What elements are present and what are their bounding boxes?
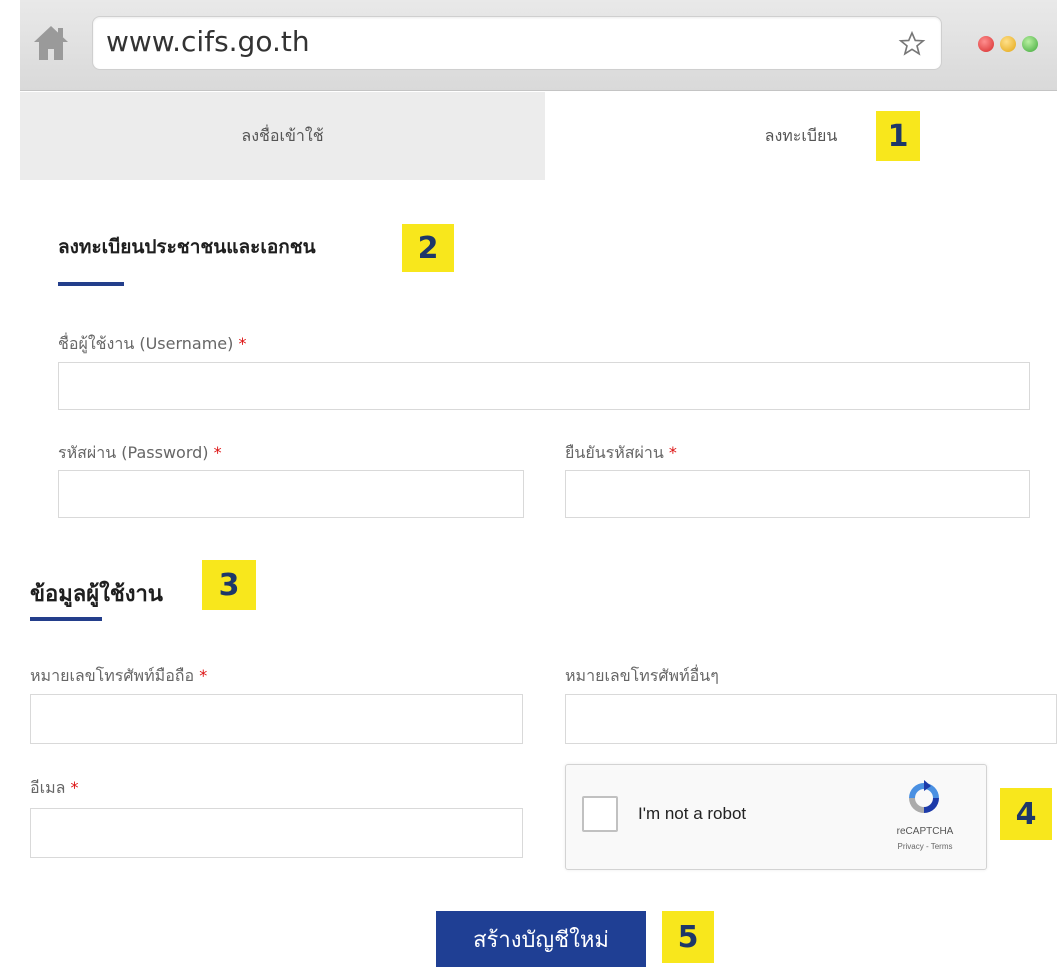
recaptcha-checkbox[interactable] [582,796,618,832]
other-phone-input[interactable] [565,694,1057,744]
step-badge-2: 2 [402,224,454,272]
window-dot-green[interactable] [1022,36,1038,52]
section-title-account: ลงทะเบียนประชาชนและเอกชน [58,236,316,258]
username-label: ชื่อผู้ใช้งาน (Username) * [58,332,246,357]
section-title-user-info: ข้อมูลผู้ใช้งาน [30,582,163,607]
required-mark: * [668,443,677,462]
confirm-password-label-text: ยืนยันรหัสผ่าน [565,443,664,462]
recaptcha-label: I'm not a robot [638,804,747,823]
recaptcha-brand: reCAPTCHA [896,826,954,837]
mobile-label: หมายเลขโทรศัพท์มือถือ * [30,664,207,689]
confirm-password-input[interactable] [565,470,1030,518]
other-phone-label: หมายเลขโทรศัพท์อื่นๆ [565,664,719,689]
step-badge-3: 3 [202,560,256,610]
create-account-button[interactable]: สร้างบัญชีใหม่ [436,911,646,967]
tab-login-label: ลงชื่อเข้าใช้ [241,125,324,145]
email-input[interactable] [30,808,523,858]
mobile-label-text: หมายเลขโทรศัพท์มือถือ [30,666,195,685]
tab-register-label: ลงทะเบียน [764,125,838,145]
confirm-password-label: ยืนยันรหัสผ่าน * [565,441,677,466]
mobile-input[interactable] [30,694,523,744]
window-dot-yellow[interactable] [1000,36,1016,52]
password-label: รหัสผ่าน (Password) * [58,441,222,466]
username-label-text: ชื่อผู้ใช้งาน (Username) [58,334,234,353]
password-input[interactable] [58,470,524,518]
recaptcha-links[interactable]: Privacy - Terms [880,842,970,851]
required-mark: * [213,443,222,462]
other-phone-label-text: หมายเลขโทรศัพท์อื่นๆ [565,666,719,685]
window-dot-red[interactable] [978,36,994,52]
required-mark: * [70,778,79,797]
step-badge-4: 4 [1000,788,1052,840]
email-label-text: อีเมล [30,778,66,797]
step-badge-1: 1 [876,111,920,161]
recaptcha-logo-icon [909,780,939,813]
home-icon[interactable] [30,22,72,64]
step-badge-5: 5 [662,911,714,963]
password-label-text: รหัสผ่าน (Password) [58,443,209,462]
email-label: อีเมล * [30,776,79,801]
tab-login[interactable]: ลงชื่อเข้าใช้ [20,92,545,180]
tab-register[interactable]: ลงทะเบียน [545,92,1057,180]
username-input[interactable] [58,362,1030,410]
section-underline [30,617,102,621]
required-mark: * [199,666,208,685]
required-mark: * [238,334,247,353]
section-underline [58,282,124,286]
url-text[interactable]: www.cifs.go.th [106,24,310,60]
star-icon[interactable] [898,30,926,58]
